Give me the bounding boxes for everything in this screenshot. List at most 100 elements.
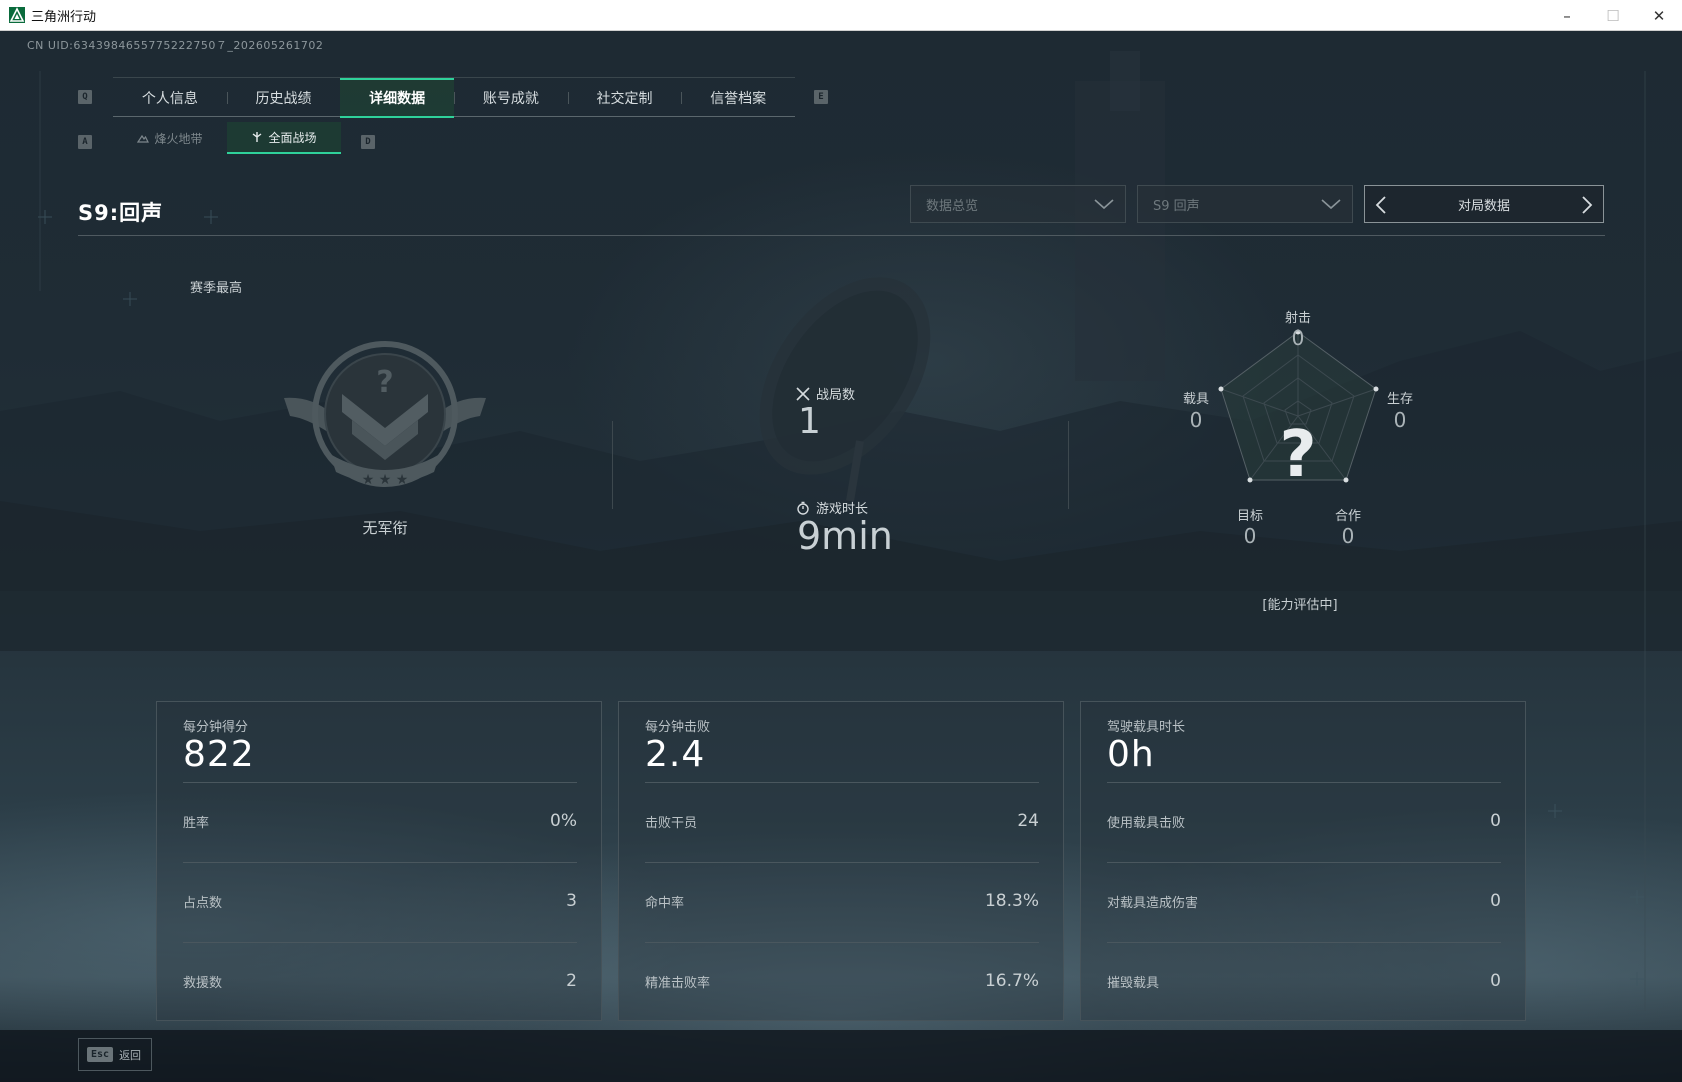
tab-match-history[interactable]: 历史战绩 xyxy=(226,78,341,118)
rank-emblem-icon: ? ★ ★ ★ xyxy=(284,341,486,488)
radar-axis-label: 目标 xyxy=(1236,509,1263,524)
card-divider xyxy=(645,782,1039,783)
stat-value: 0 xyxy=(1490,811,1501,831)
rank-name: 无军衔 xyxy=(362,519,408,537)
bottom-bar: Esc 返回 xyxy=(0,1030,1682,1082)
crossed-swords-icon xyxy=(796,386,810,401)
dropdown-value: S9 回声 xyxy=(1153,198,1200,214)
stat-value: 18.3% xyxy=(984,891,1039,911)
playtime-value: 9min xyxy=(797,514,893,558)
radar-axis-label: 射击 xyxy=(1284,311,1311,326)
radar-axis-label: 载具 xyxy=(1182,392,1209,407)
back-button[interactable]: Esc 返回 xyxy=(78,1038,152,1071)
tab-detailed-data[interactable]: 详细数据 xyxy=(340,78,455,118)
data-type-dropdown[interactable]: 数据总览 xyxy=(910,185,1126,223)
subtab-label: 全面战场 xyxy=(268,130,317,145)
matches-value: 1 xyxy=(798,401,821,442)
stat-row: 命中率 18.3% xyxy=(645,890,1039,912)
column-divider xyxy=(612,421,613,509)
stat-row: 胜率 0% xyxy=(183,810,577,832)
card-main-value: 2.4 xyxy=(645,734,706,775)
radar-axis-label: 合作 xyxy=(1334,509,1361,524)
card-divider xyxy=(645,862,1039,863)
mode-stepper: 对局数据 xyxy=(1364,185,1604,223)
card-title: 每分钟击败 xyxy=(645,720,711,735)
stat-label: 胜率 xyxy=(183,815,210,831)
card-divider xyxy=(645,942,1039,943)
stat-label: 占点数 xyxy=(183,895,223,911)
prev-subtab-key-hint[interactable]: A xyxy=(78,135,92,149)
mode-tab-bar: 烽火地带 全面战场 xyxy=(113,122,341,154)
stat-value: 24 xyxy=(1017,811,1039,831)
score-stats-card: 每分钟得分 822 胜率 0% 占点数 3 救援数 2 xyxy=(156,701,602,1021)
close-button[interactable]: ✕ xyxy=(1636,0,1682,31)
subtab-full-battlefield[interactable]: 全面战场 xyxy=(227,122,341,154)
stat-row: 占点数 3 xyxy=(183,890,577,912)
stat-value: 16.7% xyxy=(984,971,1039,991)
battlefield-icon xyxy=(253,132,262,142)
next-subtab-key-hint[interactable]: D xyxy=(361,135,375,149)
next-tab-key-hint[interactable]: E xyxy=(814,90,828,104)
card-divider xyxy=(1107,942,1501,943)
stepper-value: 对局数据 xyxy=(1457,198,1510,214)
stat-label: 对载具造成伤害 xyxy=(1107,895,1199,911)
stepper-next-button[interactable] xyxy=(1577,194,1597,216)
stat-row: 救援数 2 xyxy=(183,970,577,992)
stat-value: 0 xyxy=(1490,891,1501,911)
card-divider xyxy=(183,782,577,783)
game-viewport: CN UID:6343984655775222750７_202605261702… xyxy=(0,31,1682,1082)
stat-label: 使用载具击败 xyxy=(1107,815,1186,831)
stat-label: 精准击败率 xyxy=(645,975,711,991)
radar-axis-value: 0 xyxy=(1243,524,1257,548)
chevron-down-icon xyxy=(1094,199,1114,210)
column-divider xyxy=(1068,421,1069,509)
kill-stats-card: 每分钟击败 2.4 击败干员 24 命中率 18.3% 精准击败率 16.7% xyxy=(618,701,1064,1021)
vehicle-stats-card: 驾驶载具时长 0h 使用载具击败 0 对载具造成伤害 0 摧毁载具 0 xyxy=(1080,701,1526,1021)
card-divider xyxy=(1107,782,1501,783)
matches-label-text: 战局数 xyxy=(816,388,856,403)
maximize-button[interactable]: ☐ xyxy=(1590,0,1636,31)
card-title: 驾驶载具时长 xyxy=(1107,720,1186,735)
stat-label: 命中率 xyxy=(645,895,685,911)
stat-row: 摧毁载具 0 xyxy=(1107,970,1501,992)
main-tab-bar: 个人信息 历史战绩 详细数据 账号成就 社交定制 信誉档案 xyxy=(113,77,795,118)
svg-text:?: ? xyxy=(376,365,393,400)
stopwatch-icon xyxy=(797,501,809,515)
radar-center-question-icon: ? xyxy=(1279,418,1317,492)
tab-social-custom[interactable]: 社交定制 xyxy=(567,78,682,118)
chevron-down-icon xyxy=(1321,199,1341,210)
svg-text:★ ★ ★: ★ ★ ★ xyxy=(362,472,409,488)
prev-tab-key-hint[interactable]: Q xyxy=(78,90,92,104)
season-dropdown[interactable]: S9 回声 xyxy=(1137,185,1353,223)
esc-key-hint: Esc xyxy=(87,1047,114,1062)
window-titlebar: 三角洲行动 – ☐ ✕ xyxy=(0,0,1682,31)
app-logo-icon xyxy=(9,7,25,23)
section-divider xyxy=(78,235,1605,236)
stat-label: 救援数 xyxy=(183,975,223,991)
stat-value: 2 xyxy=(566,971,577,991)
stepper-prev-button[interactable] xyxy=(1371,194,1391,216)
minimize-button[interactable]: – xyxy=(1544,0,1590,31)
stat-value: 3 xyxy=(566,891,577,911)
stat-label: 摧毁载具 xyxy=(1107,975,1160,991)
tab-personal-info[interactable]: 个人信息 xyxy=(113,78,227,118)
stat-row: 使用载具击败 0 xyxy=(1107,810,1501,832)
dropdown-value: 数据总览 xyxy=(926,198,979,214)
card-divider xyxy=(1107,862,1501,863)
radar-axis-value: 0 xyxy=(1341,524,1355,548)
back-label: 返回 xyxy=(119,1048,142,1062)
chevron-left-icon xyxy=(1375,196,1386,214)
card-main-value: 0h xyxy=(1107,734,1155,775)
stat-value: 0% xyxy=(550,811,577,831)
stat-row: 对载具造成伤害 0 xyxy=(1107,890,1501,912)
subtab-hazard-zone[interactable]: 烽火地带 xyxy=(113,122,227,154)
stat-row: 精准击败率 16.7% xyxy=(645,970,1039,992)
card-main-value: 822 xyxy=(183,734,255,775)
mountain-icon xyxy=(137,134,150,143)
chevron-right-icon xyxy=(1582,196,1593,214)
radar-axis-value: 0 xyxy=(1189,408,1203,432)
tab-achievements[interactable]: 账号成就 xyxy=(454,78,568,118)
radar-axis-value: 0 xyxy=(1291,326,1305,350)
tab-credit-record[interactable]: 信誉档案 xyxy=(681,78,795,118)
season-best-label: 赛季最高 xyxy=(190,281,243,296)
